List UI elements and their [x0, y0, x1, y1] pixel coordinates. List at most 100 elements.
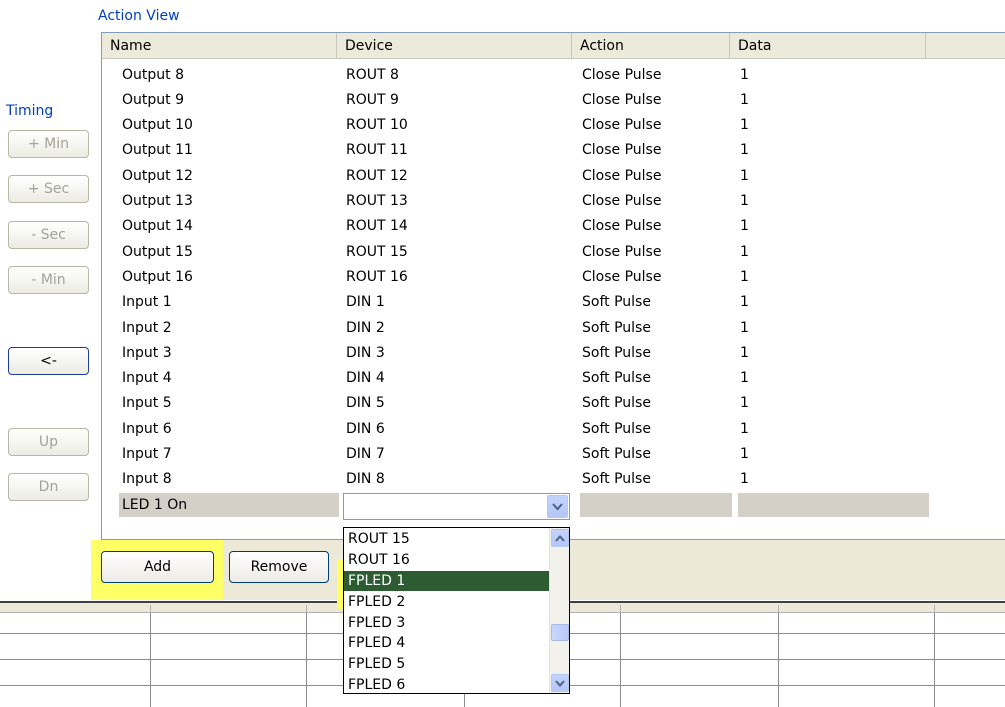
- scroll-thumb[interactable]: [551, 624, 569, 641]
- table-row[interactable]: Input 1 DIN 1 Soft Pulse 1: [102, 290, 1005, 315]
- dropdown-item[interactable]: FPLED 4: [344, 633, 550, 654]
- cell-data: 1: [740, 294, 749, 311]
- cell-action: Close Pulse: [582, 142, 662, 159]
- remove-button[interactable]: Remove: [229, 551, 329, 583]
- table-row[interactable]: Input 2 DIN 2 Soft Pulse 1: [102, 315, 1005, 340]
- cell-name: Output 14: [122, 218, 193, 235]
- table-row[interactable]: Output 16 ROUT 16 Close Pulse 1: [102, 264, 1005, 289]
- minus-min-button[interactable]: - Min: [8, 266, 89, 294]
- cell-device: ROUT 9: [346, 91, 399, 108]
- grid-line: [778, 613, 779, 707]
- cell-name: Input 6: [122, 420, 172, 437]
- cell-action: Soft Pulse: [582, 471, 651, 488]
- dropdown-item[interactable]: FPLED 3: [344, 612, 550, 633]
- dropdown-scrollbar[interactable]: [549, 528, 569, 693]
- cell-name: Output 13: [122, 193, 193, 209]
- table-row[interactable]: Output 14 ROUT 14 Close Pulse 1: [102, 214, 1005, 239]
- cell-device: ROUT 16: [346, 268, 408, 285]
- cell-data: 1: [740, 167, 749, 184]
- cell-name: Output 12: [122, 167, 193, 184]
- cell-name: Output 8: [122, 66, 184, 83]
- cell-data: 1: [740, 218, 749, 235]
- cell-device: ROUT 12: [346, 167, 408, 184]
- cell-action: Close Pulse: [582, 268, 662, 285]
- table-row[interactable]: Input 8 DIN 8 Soft Pulse 1: [102, 467, 1005, 492]
- cell-action: Close Pulse: [582, 167, 662, 184]
- cell-name: Input 2: [122, 319, 172, 336]
- cell-device: ROUT 13: [346, 193, 408, 209]
- dropdown-item[interactable]: FPLED 2: [344, 591, 550, 612]
- add-button[interactable]: Add: [101, 551, 214, 583]
- grid-line: [150, 613, 151, 707]
- dropdown-item[interactable]: ROUT 16: [344, 550, 550, 571]
- cell-name: Output 9: [122, 91, 184, 108]
- cell-data: 1: [740, 66, 749, 83]
- cell-device: DIN 4: [346, 370, 385, 387]
- cell-data: 1: [740, 142, 749, 159]
- cell-action: Close Pulse: [582, 218, 662, 235]
- edit-row-name[interactable]: LED 1 On: [119, 493, 339, 517]
- cell-device: ROUT 14: [346, 218, 408, 235]
- cell-data: 1: [740, 420, 749, 437]
- dropdown-item[interactable]: FPLED 6: [344, 675, 550, 693]
- cell-device: DIN 2: [346, 319, 385, 336]
- table-row[interactable]: Output 11 ROUT 11 Close Pulse 1: [102, 138, 1005, 163]
- table-row[interactable]: Output 10 ROUT 10 Close Pulse 1: [102, 113, 1005, 138]
- edit-row-data-cell[interactable]: [738, 493, 929, 517]
- cell-name: Input 5: [122, 395, 172, 412]
- cell-data: 1: [740, 91, 749, 108]
- cell-name: Output 11: [122, 142, 193, 159]
- back-arrow-button[interactable]: <-: [8, 347, 89, 375]
- table-row[interactable]: Output 9 ROUT 9 Close Pulse 1: [102, 87, 1005, 112]
- cell-data: 1: [740, 117, 749, 134]
- edit-row-action-cell[interactable]: [580, 493, 732, 517]
- cell-device: ROUT 10: [346, 117, 408, 134]
- cell-action: Soft Pulse: [582, 370, 651, 387]
- down-button[interactable]: Dn: [8, 473, 89, 501]
- cell-device: DIN 5: [346, 395, 385, 412]
- cell-device: DIN 1: [346, 294, 385, 311]
- cell-data: 1: [740, 193, 749, 209]
- grid-line: [934, 613, 935, 707]
- table-row[interactable]: Input 3 DIN 3 Soft Pulse 1: [102, 340, 1005, 365]
- column-header-device[interactable]: Device: [337, 33, 572, 59]
- table-row[interactable]: Output 8 ROUT 8 Close Pulse 1: [102, 62, 1005, 87]
- up-button[interactable]: Up: [8, 428, 89, 456]
- column-header-action[interactable]: Action: [572, 33, 730, 59]
- plus-min-button[interactable]: + Min: [8, 130, 89, 158]
- table-row[interactable]: Input 6 DIN 6 Soft Pulse 1: [102, 416, 1005, 441]
- cell-data: 1: [740, 268, 749, 285]
- table-row[interactable]: Input 5 DIN 5 Soft Pulse 1: [102, 391, 1005, 416]
- dropdown-item[interactable]: ROUT 15: [344, 529, 550, 550]
- minus-sec-button[interactable]: - Sec: [8, 221, 89, 249]
- cell-action: Close Pulse: [582, 193, 662, 209]
- column-header-name[interactable]: Name: [102, 33, 337, 59]
- plus-sec-button[interactable]: + Sec: [8, 175, 89, 203]
- scroll-down-icon[interactable]: [551, 674, 569, 692]
- dropdown-item-selected[interactable]: FPLED 1: [344, 570, 550, 592]
- table-row[interactable]: Input 4 DIN 4 Soft Pulse 1: [102, 366, 1005, 391]
- cell-data: 1: [740, 344, 749, 361]
- cell-action: Close Pulse: [582, 66, 662, 83]
- cell-name: Input 3: [122, 344, 172, 361]
- grid-line: [306, 613, 307, 707]
- table-row[interactable]: Output 13 ROUT 13 Close Pulse 1: [102, 189, 1005, 214]
- action-list-view[interactable]: Name Device Action Data Output 8 ROUT 8 Cl…: [101, 32, 1005, 540]
- dropdown-item[interactable]: FPLED 5: [344, 654, 550, 675]
- grid-line: [620, 613, 621, 707]
- table-row[interactable]: Output 15 ROUT 15 Close Pulse 1: [102, 239, 1005, 264]
- scroll-up-icon[interactable]: [551, 529, 569, 547]
- cell-action: Close Pulse: [582, 117, 662, 134]
- cell-name: Input 7: [122, 446, 172, 462]
- table-row[interactable]: Input 7 DIN 7 Soft Pulse 1: [102, 442, 1005, 467]
- device-combobox[interactable]: [343, 493, 570, 520]
- device-dropdown-list[interactable]: ROUT 15 ROUT 16 FPLED 1 FPLED 2 FPLED 3 …: [343, 527, 570, 694]
- table-row[interactable]: Output 12 ROUT 12 Close Pulse 1: [102, 163, 1005, 188]
- chevron-down-icon[interactable]: [547, 495, 568, 518]
- cell-device: ROUT 15: [346, 243, 408, 260]
- cell-name: Input 8: [122, 471, 172, 488]
- cell-data: 1: [740, 319, 749, 336]
- column-header-data[interactable]: Data: [730, 33, 926, 59]
- action-view-title: Action View: [98, 8, 180, 24]
- cell-name: Output 16: [122, 268, 193, 285]
